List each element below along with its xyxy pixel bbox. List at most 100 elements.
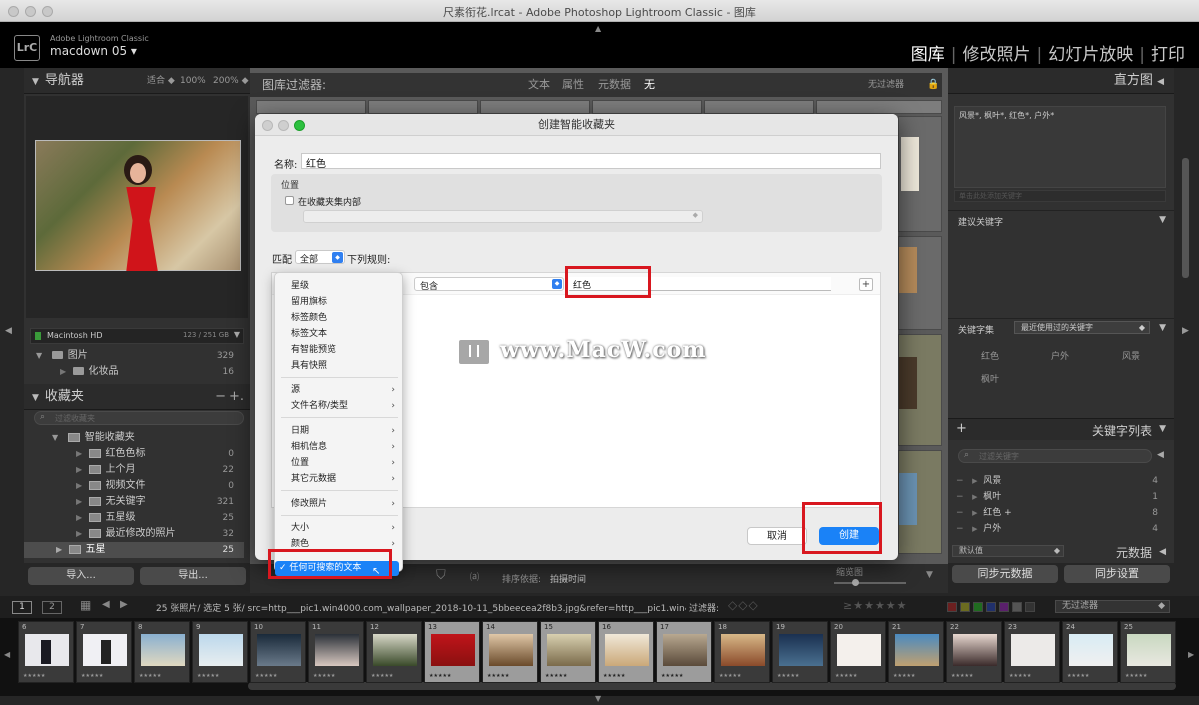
module-print[interactable]: 打印: [1151, 40, 1185, 65]
drive-bar[interactable]: Macintosh HD 123 / 251 GB ▼: [30, 328, 244, 344]
filmstrip-scrollbar[interactable]: [248, 682, 1176, 690]
keyword-search-input[interactable]: ⌕ 过滤关键字: [958, 449, 1152, 463]
filmstrip-right-icon[interactable]: ▶: [1188, 650, 1194, 659]
filmstrip-cell[interactable]: 9 ★★★★★: [192, 621, 248, 683]
grid-icon[interactable]: ▦: [80, 598, 91, 612]
keyword-row[interactable]: − ▶ 风景 4: [948, 473, 1168, 489]
filmstrip-cell[interactable]: 7 ★★★★★: [76, 621, 132, 683]
catalog-user[interactable]: macdown 05 ▾: [50, 44, 137, 58]
filmstrip-cell[interactable]: 8 ★★★★★: [134, 621, 190, 683]
grid-cell[interactable]: [898, 334, 942, 446]
filmstrip-cell-selected[interactable]: 15 ★★★★★: [540, 621, 596, 683]
filmstrip-cell[interactable]: 25 ★★★★★: [1120, 621, 1176, 683]
filmstrip-cell[interactable]: 12 ★★★★★: [366, 621, 422, 683]
filter-text[interactable]: 文本: [528, 73, 550, 97]
smart-collection-row[interactable]: ▶ 红色色标 0: [24, 446, 244, 462]
dialog-zoom-button[interactable]: [294, 120, 305, 131]
filmstrip-cell[interactable]: 11 ★★★★★: [308, 621, 364, 683]
filmstrip-cell-selected[interactable]: 14 ★★★★★: [482, 621, 538, 683]
menu-item-submenu[interactable]: 文件名称/类型 ›: [291, 399, 401, 413]
module-develop[interactable]: 修改照片: [963, 40, 1031, 65]
filter-none[interactable]: 无: [644, 73, 655, 97]
zoom-200[interactable]: 200% ◆: [213, 68, 249, 94]
smart-collection-row[interactable]: ▶ 五星级 25: [24, 510, 244, 526]
menu-item-submenu[interactable]: 其它元数据 ›: [291, 472, 401, 486]
folder-row[interactable]: ▶ 化妆品 16: [24, 364, 244, 380]
menu-item-submenu[interactable]: 修改照片 ›: [291, 497, 401, 511]
dialog-close-button[interactable]: [262, 120, 273, 131]
collection-set-select[interactable]: ◆: [303, 210, 703, 223]
sort-value[interactable]: 拍摄时间: [550, 572, 586, 585]
bottom-panel-toggle-icon[interactable]: ▼: [595, 694, 601, 703]
filmstrip-source-info[interactable]: 25 张照片/ 选定 5 张/ src=http___pic1.win4000.…: [156, 601, 686, 614]
import-button[interactable]: 导入...: [28, 567, 134, 585]
zoom-100[interactable]: 100%: [180, 68, 206, 94]
menu-item[interactable]: 标签颜色: [291, 311, 401, 325]
grid-cell[interactable]: [368, 100, 478, 114]
menu-item-submenu[interactable]: 日期 ›: [291, 424, 401, 438]
forward-icon[interactable]: ▶: [120, 599, 128, 610]
smart-collection-row[interactable]: ▶ 无关键字 321: [24, 494, 244, 510]
metadata-header[interactable]: 元数据: [1116, 544, 1152, 561]
match-select[interactable]: 全部 ◆: [295, 250, 345, 265]
menu-item-submenu[interactable]: 相机信息 ›: [291, 440, 401, 454]
lock-icon[interactable]: 🔒: [927, 73, 939, 97]
filmstrip-cell[interactable]: 6 ★★★★★: [18, 621, 74, 683]
folder-row[interactable]: ▼ 图片 329: [24, 348, 244, 364]
smart-collection-row[interactable]: ▶ 视频文件 0: [24, 478, 244, 494]
filmstrip-cell[interactable]: 20 ★★★★★: [830, 621, 886, 683]
add-collection-icon[interactable]: +.: [229, 384, 244, 410]
navigator-header[interactable]: ▼ 导航器 适合 ◆ 100% 200% ◆: [24, 68, 250, 94]
grid-cell[interactable]: [898, 450, 942, 554]
menu-item-submenu[interactable]: 大小 ›: [291, 521, 401, 535]
add-rule-button[interactable]: +: [859, 278, 873, 291]
menu-item[interactable]: 具有快照: [291, 359, 401, 373]
flag-filter-icon[interactable]: ◇◇◇: [728, 598, 759, 612]
keyword-set-select[interactable]: 最近使用过的关键字 ◆: [1014, 321, 1150, 334]
filmstrip-cell[interactable]: 22 ★★★★★: [946, 621, 1002, 683]
grid-cell[interactable]: [898, 116, 942, 232]
metadata-preset-select[interactable]: 默认值 ◆: [952, 545, 1064, 557]
filmstrip-cell[interactable]: 24 ★★★★★: [1062, 621, 1118, 683]
top-panel-toggle-icon[interactable]: ▲: [595, 24, 601, 33]
add-keyword-icon[interactable]: +: [956, 421, 967, 436]
painter-icon[interactable]: ⛉: [436, 568, 446, 583]
filter-attribute[interactable]: 属性: [562, 73, 584, 97]
filmstrip-cell-selected[interactable]: 13 ★★★★★: [424, 621, 480, 683]
filmstrip-cell[interactable]: 10 ★★★★★: [250, 621, 306, 683]
remove-collection-icon[interactable]: −: [215, 384, 226, 410]
filmstrip-cell[interactable]: 21 ★★★★★: [888, 621, 944, 683]
filmstrip-filter-select[interactable]: 无过滤器 ◆: [1055, 600, 1170, 613]
keyword-add-input[interactable]: 单击此处添加关键字: [954, 190, 1166, 202]
toolbar-menu-chevron-icon[interactable]: ▼: [926, 570, 933, 580]
keyword-list-header[interactable]: + 关键字列表 ▼: [948, 418, 1174, 440]
sort-direction-icon[interactable]: ⒜: [470, 570, 479, 583]
filmstrip-cell[interactable]: 23 ★★★★★: [1004, 621, 1060, 683]
collection-name-input[interactable]: 红色: [301, 153, 881, 170]
star-filter-icon[interactable]: ≥★★★★★: [843, 599, 908, 612]
keyword-row[interactable]: − ▶ 红色 +8: [948, 505, 1168, 521]
menu-item[interactable]: 留用旗标: [291, 295, 401, 309]
menu-item[interactable]: 有智能预览: [291, 343, 401, 357]
keyword-set-item[interactable]: 枫叶: [981, 372, 999, 385]
menu-item[interactable]: 标签文本: [291, 327, 401, 341]
menu-item-submenu[interactable]: 位置 ›: [291, 456, 401, 470]
grid-cell[interactable]: [704, 100, 814, 114]
keyword-set-item[interactable]: 风景: [1122, 349, 1140, 362]
grid-cell[interactable]: [898, 236, 942, 330]
back-icon[interactable]: ◀: [102, 599, 110, 610]
filter-preset[interactable]: 无过滤器: [868, 73, 904, 97]
menu-item[interactable]: 星级: [291, 279, 401, 293]
right-panel-toggle-icon[interactable]: ▶: [1182, 326, 1189, 336]
keyword-tags-field[interactable]: 风景*, 枫叶*, 红色*, 户外*: [954, 106, 1166, 188]
keyword-row[interactable]: − ▶ 户外 4: [948, 521, 1168, 537]
inside-set-checkbox[interactable]: [285, 196, 294, 205]
thumbnail-size-slider[interactable]: [834, 579, 906, 586]
smart-set-row[interactable]: ▼ 智能收藏夹: [24, 430, 244, 446]
keyword-set-item[interactable]: 红色: [981, 349, 999, 362]
filter-metadata[interactable]: 元数据: [598, 73, 631, 97]
color-filter[interactable]: [947, 602, 1047, 612]
second-window-button[interactable]: 2: [42, 601, 62, 614]
keyword-row[interactable]: − ▶ 枫叶 1: [948, 489, 1168, 505]
filmstrip-cell[interactable]: 18 ★★★★★: [714, 621, 770, 683]
